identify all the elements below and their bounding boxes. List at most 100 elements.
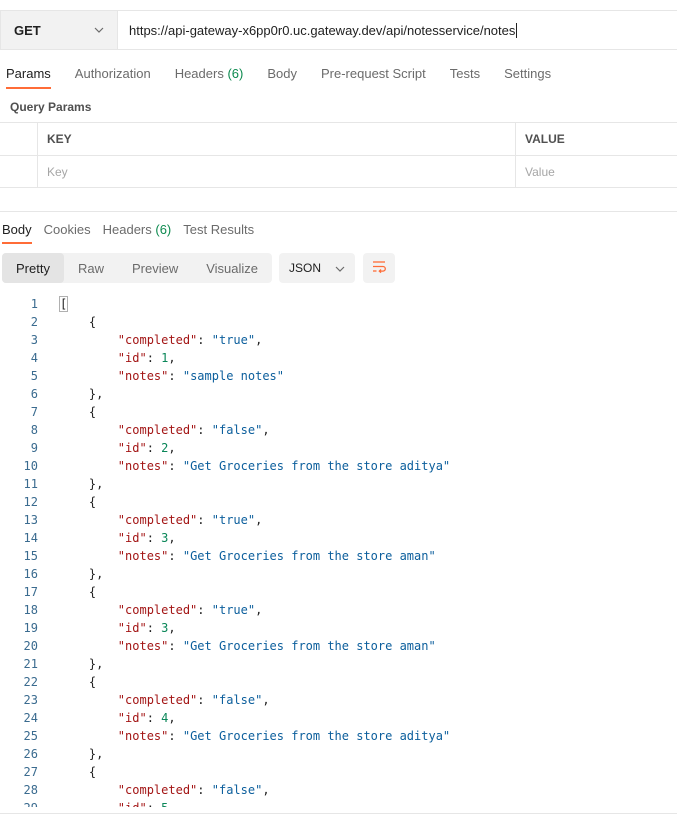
line-number: 18 bbox=[23, 603, 38, 617]
line-number: 28 bbox=[23, 783, 38, 797]
key-column-header: KEY bbox=[38, 123, 516, 155]
code-text: "id": 5 bbox=[38, 799, 169, 807]
code-line: 1[ bbox=[0, 295, 677, 313]
tab-params[interactable]: Params bbox=[6, 60, 51, 89]
line-number: 15 bbox=[23, 549, 38, 563]
code-line: 9 "id": 2, bbox=[0, 439, 677, 457]
line-number: 19 bbox=[23, 621, 38, 635]
code-line: 14 "id": 3, bbox=[0, 529, 677, 547]
code-line: 26 }, bbox=[0, 745, 677, 763]
code-line: 18 "completed": "true", bbox=[0, 601, 677, 619]
code-text: }, bbox=[60, 387, 104, 401]
tab-headers[interactable]: Headers (6) bbox=[175, 60, 244, 89]
code-text: { bbox=[60, 405, 97, 419]
tab-cookies[interactable]: Cookies bbox=[44, 216, 91, 244]
method-select[interactable]: GET bbox=[0, 10, 117, 50]
bottom-divider bbox=[0, 813, 677, 814]
line-number: 10 bbox=[23, 459, 38, 473]
code-text: { bbox=[60, 315, 97, 329]
tab-response-body[interactable]: Body bbox=[2, 216, 32, 244]
code-text: "id": 3, bbox=[117, 531, 176, 545]
table-header-row: KEY VALUE bbox=[0, 122, 677, 155]
line-number: 8 bbox=[30, 423, 38, 437]
value-column-header: VALUE bbox=[525, 132, 565, 146]
code-text: }, bbox=[60, 567, 104, 581]
wrap-lines-button[interactable] bbox=[363, 253, 396, 283]
code-text: }, bbox=[60, 657, 104, 671]
line-number: 23 bbox=[23, 693, 38, 707]
code-line: 4 "id": 1, bbox=[0, 349, 677, 367]
line-number: 1 bbox=[30, 297, 38, 311]
tab-authorization[interactable]: Authorization bbox=[75, 60, 151, 89]
line-number: 25 bbox=[23, 729, 38, 743]
line-number: 5 bbox=[30, 369, 38, 383]
format-select[interactable]: JSON bbox=[279, 253, 356, 283]
tab-tests[interactable]: Tests bbox=[450, 60, 480, 89]
url-input[interactable]: https://api-gateway-x6pp0r0.uc.gateway.d… bbox=[117, 10, 677, 50]
line-number: 9 bbox=[30, 441, 38, 455]
tab-settings[interactable]: Settings bbox=[504, 60, 551, 89]
pretty-button[interactable]: Pretty bbox=[2, 253, 64, 283]
code-line: 23 "completed": "false", bbox=[0, 691, 677, 709]
headers-count: (6) bbox=[227, 66, 244, 81]
code-text: }, bbox=[60, 477, 104, 491]
pane-divider[interactable] bbox=[0, 211, 677, 212]
code-text: "completed": "true", bbox=[117, 333, 263, 347]
visualize-button[interactable]: Visualize bbox=[192, 253, 272, 283]
code-line: 2 { bbox=[0, 313, 677, 331]
code-line: 29 "id": 5 bbox=[0, 799, 677, 807]
format-label: JSON bbox=[289, 261, 322, 275]
code-text: "id": 4, bbox=[117, 711, 176, 725]
line-number: 13 bbox=[23, 513, 38, 527]
code-line: 25 "notes": "Get Groceries from the stor… bbox=[0, 727, 677, 745]
code-text: "id": 1, bbox=[117, 351, 176, 365]
tab-body[interactable]: Body bbox=[267, 60, 297, 89]
code-line: 16 }, bbox=[0, 565, 677, 583]
code-line: 13 "completed": "true", bbox=[0, 511, 677, 529]
code-text: "completed": "true", bbox=[117, 603, 263, 617]
code-text: { bbox=[60, 765, 97, 779]
line-number: 16 bbox=[23, 567, 38, 581]
response-toolbar: Pretty Raw Preview Visualize JSON bbox=[2, 253, 396, 283]
code-line: 24 "id": 4, bbox=[0, 709, 677, 727]
code-text: "completed": "false", bbox=[117, 783, 270, 797]
code-line: 11 }, bbox=[0, 475, 677, 493]
value-input[interactable]: Value bbox=[516, 156, 677, 187]
raw-button[interactable]: Raw bbox=[64, 253, 118, 283]
wrap-lines-icon bbox=[371, 260, 387, 277]
code-text: "completed": "false", bbox=[117, 693, 270, 707]
code-line: 22 { bbox=[0, 673, 677, 691]
request-bar: GET https://api-gateway-x6pp0r0.uc.gatew… bbox=[0, 10, 677, 50]
query-params-table: KEY VALUE Key Value bbox=[0, 122, 677, 188]
code-text: "id": 3, bbox=[117, 621, 176, 635]
code-line: 19 "id": 3, bbox=[0, 619, 677, 637]
table-row: Key Value bbox=[0, 155, 677, 188]
code-line: 12 { bbox=[0, 493, 677, 511]
line-number: 7 bbox=[30, 405, 38, 419]
chevron-down-icon bbox=[335, 261, 345, 275]
line-number: 24 bbox=[23, 711, 38, 725]
line-number: 26 bbox=[23, 747, 38, 761]
code-text: { bbox=[60, 585, 97, 599]
request-tabs: Params Authorization Headers (6) Body Pr… bbox=[0, 60, 563, 90]
line-number: 11 bbox=[23, 477, 38, 491]
code-line: 6 }, bbox=[0, 385, 677, 403]
tab-response-headers[interactable]: Headers (6) bbox=[103, 216, 172, 244]
chevron-down-icon bbox=[93, 24, 105, 36]
key-input[interactable]: Key bbox=[38, 156, 516, 187]
line-number: 12 bbox=[23, 495, 38, 509]
row-checkbox-cell bbox=[0, 156, 38, 187]
code-line: 7 { bbox=[0, 403, 677, 421]
preview-button[interactable]: Preview bbox=[118, 253, 192, 283]
line-number: 29 bbox=[0, 799, 38, 807]
response-headers-count: (6) bbox=[155, 222, 172, 237]
tab-pre-request-script[interactable]: Pre-request Script bbox=[321, 60, 426, 89]
tab-test-results[interactable]: Test Results bbox=[183, 216, 254, 244]
code-text: "id": 2, bbox=[117, 441, 176, 455]
line-number: 14 bbox=[23, 531, 38, 545]
code-text: "notes": "Get Groceries from the store a… bbox=[117, 459, 451, 473]
text-caret bbox=[516, 22, 518, 38]
code-text: "notes": "Get Groceries from the store a… bbox=[117, 549, 436, 563]
response-tabs: Body Cookies Headers (6) Test Results bbox=[0, 216, 260, 244]
response-body-viewer[interactable]: 1[2 {3 "completed": "true", 4 "id": 1, 5 "… bbox=[0, 295, 677, 807]
